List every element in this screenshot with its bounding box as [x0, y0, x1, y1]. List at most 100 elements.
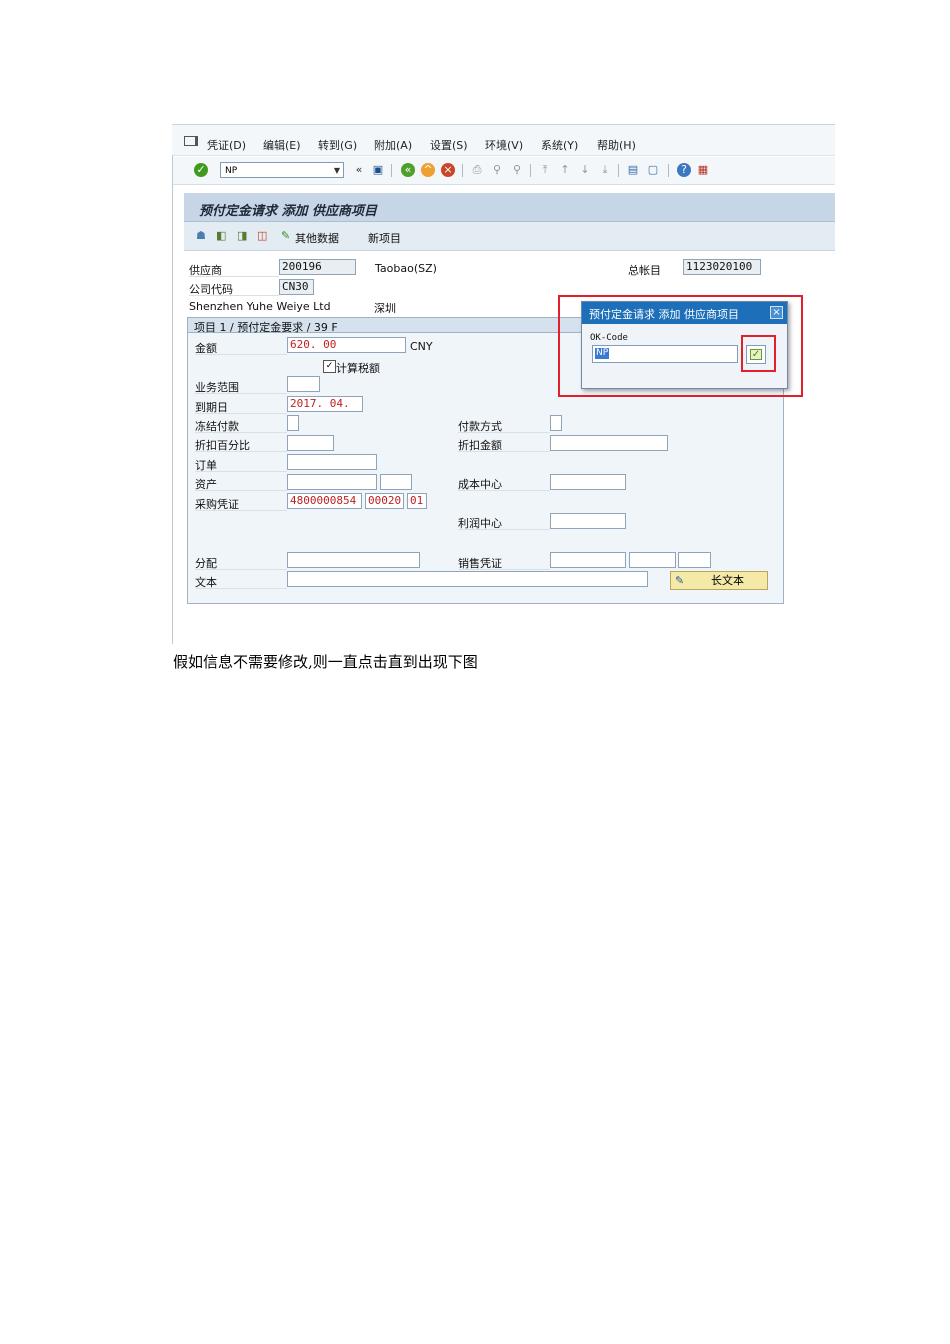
menu-goto[interactable]: 转到(G) [318, 137, 357, 153]
payment-block-input[interactable] [287, 415, 299, 431]
sales-doc-schedule-input[interactable] [678, 552, 711, 568]
other-data-icon[interactable]: ✎ [281, 229, 294, 242]
label-underline [189, 276, 279, 277]
enter-check-icon[interactable]: ✓ [194, 163, 208, 177]
okcode-input[interactable]: NP [592, 345, 738, 363]
long-text-button[interactable]: ✎ 长文本 [670, 571, 768, 590]
command-field[interactable]: NP ▼ [220, 162, 344, 178]
asset-input[interactable] [287, 474, 377, 490]
purchasing-doc-value: 4800000854 [290, 494, 357, 507]
okcode-label: OK-Code [590, 333, 628, 343]
cost-center-input[interactable] [550, 474, 626, 490]
purchasing-doc-input[interactable]: 4800000854 [287, 493, 362, 509]
menu-environment[interactable]: 环境(V) [485, 137, 523, 153]
schedule-line-value: 01 [410, 494, 424, 507]
menu-document[interactable]: 凭证(D) [207, 137, 246, 153]
label-underline [195, 432, 287, 433]
new-item-button[interactable]: 新项目 [368, 230, 401, 246]
order-input[interactable] [287, 454, 377, 470]
print-icon[interactable]: ⎙ [470, 163, 484, 177]
company-code-field: CN30 [279, 279, 314, 295]
label-underline [189, 295, 279, 296]
standard-toolbar: ✓ NP ▼ « ▣ « ^ × ⎙ ⚲ ⚲ ⤒ ↑ ↓ ⤓ ▤ ▢ ? ▦ [172, 157, 835, 185]
vendor-field: 200196 [279, 259, 356, 275]
copy-icon[interactable]: ◫ [257, 229, 270, 242]
asset-subnumber-input[interactable] [380, 474, 412, 490]
sales-doc-item-input[interactable] [629, 552, 676, 568]
purchasing-item-input[interactable]: 00020 [365, 493, 404, 509]
dialog-title: 预付定金请求 添加 供应商项目 [589, 308, 739, 321]
gl-account-field: 1123020100 [683, 259, 761, 275]
toolbar-separator [462, 164, 463, 177]
find-icon[interactable]: ⚲ [490, 163, 504, 177]
toolbar-separator [530, 164, 531, 177]
menu-extras[interactable]: 附加(A) [374, 137, 412, 153]
save-icon[interactable]: ▣ [371, 163, 385, 177]
label-underline [195, 471, 287, 472]
menu-edit[interactable]: 编辑(E) [263, 137, 301, 153]
toolbar-separator [668, 164, 669, 177]
sap-screenshot: 凭证(D) 编辑(E) 转到(G) 附加(A) 设置(S) 环境(V) 系统(Y… [172, 124, 835, 644]
label-underline [195, 569, 287, 570]
overview-icon[interactable]: ☗ [196, 229, 209, 242]
first-page-icon[interactable]: ⤒ [538, 163, 552, 177]
long-text-label: 长文本 [711, 574, 744, 587]
menu-bar: 凭证(D) 编辑(E) 转到(G) 附加(A) 设置(S) 环境(V) 系统(Y… [172, 125, 835, 156]
new-session-icon[interactable]: ▤ [626, 163, 640, 177]
window-border [172, 155, 173, 644]
sales-doc-input[interactable] [550, 552, 626, 568]
label-underline [458, 432, 550, 433]
close-icon[interactable]: × [770, 306, 783, 319]
vendor-value: 200196 [282, 260, 322, 273]
label-underline [195, 510, 287, 511]
company-code-value: CN30 [282, 280, 309, 293]
caption-text: 假如信息不需要修改,则一直点击直到出现下图 [173, 653, 478, 671]
toolbar-separator [391, 164, 392, 177]
next-page-icon[interactable]: ↓ [578, 163, 592, 177]
collapse-icon[interactable]: « [352, 163, 366, 177]
label-underline [195, 354, 287, 355]
dropdown-arrow-icon[interactable]: ▼ [334, 163, 340, 179]
dialog-header: 预付定金请求 添加 供应商项目 × [582, 302, 787, 324]
label-underline [458, 490, 550, 491]
exit-icon[interactable]: ^ [421, 163, 435, 177]
next-item-icon[interactable]: ◨ [237, 229, 250, 242]
previous-page-icon[interactable]: ↑ [558, 163, 572, 177]
profit-center-input[interactable] [550, 513, 626, 529]
other-data-button[interactable]: 其他数据 [295, 230, 339, 246]
application-toolbar: ☗ ◧ ◨ ◫ ✎ 其他数据 新项目 [184, 222, 835, 251]
calculate-tax-checkbox[interactable]: ✓ [323, 360, 336, 373]
discount-amount-input[interactable] [550, 435, 668, 451]
payment-method-input[interactable] [550, 415, 562, 431]
purchasing-item-value: 00020 [368, 494, 402, 507]
text-input[interactable] [287, 571, 648, 587]
menu-toggle-icon[interactable] [184, 136, 198, 146]
discount-percent-input[interactable] [287, 435, 334, 451]
schedule-line-input[interactable]: 01 [407, 493, 427, 509]
back-icon[interactable]: « [401, 163, 415, 177]
menu-settings[interactable]: 设置(S) [430, 137, 468, 153]
shortcut-icon[interactable]: ▢ [646, 163, 660, 177]
calculate-tax-label: 计算税额 [336, 362, 380, 375]
help-icon[interactable]: ? [677, 163, 691, 177]
gl-account-value: 1123020100 [686, 260, 753, 273]
business-area-input[interactable] [287, 376, 320, 392]
label-underline [195, 413, 287, 414]
assignment-input[interactable] [287, 552, 420, 568]
last-page-icon[interactable]: ⤓ [598, 163, 612, 177]
previous-item-icon[interactable]: ◧ [216, 229, 229, 242]
due-date-value: 2017. 04. 17 [290, 397, 350, 410]
menu-system[interactable]: 系统(Y) [541, 137, 578, 153]
customize-layout-icon[interactable]: ▦ [696, 163, 710, 177]
amount-input[interactable]: 620. 00 [287, 337, 406, 353]
okcode-value: NP [595, 348, 610, 359]
find-next-icon[interactable]: ⚲ [510, 163, 524, 177]
menu-help[interactable]: 帮助(H) [597, 137, 636, 153]
confirm-highlight-frame [741, 335, 776, 372]
due-date-input[interactable]: 2017. 04. 17 [287, 396, 363, 412]
gl-account-label: 总帐目 [628, 264, 661, 277]
vendor-name: Taobao(SZ) [375, 262, 437, 275]
command-field-value: NP [225, 166, 238, 176]
cancel-icon[interactable]: × [441, 163, 455, 177]
title-bar: 预付定金请求 添加 供应商项目 [184, 193, 835, 222]
